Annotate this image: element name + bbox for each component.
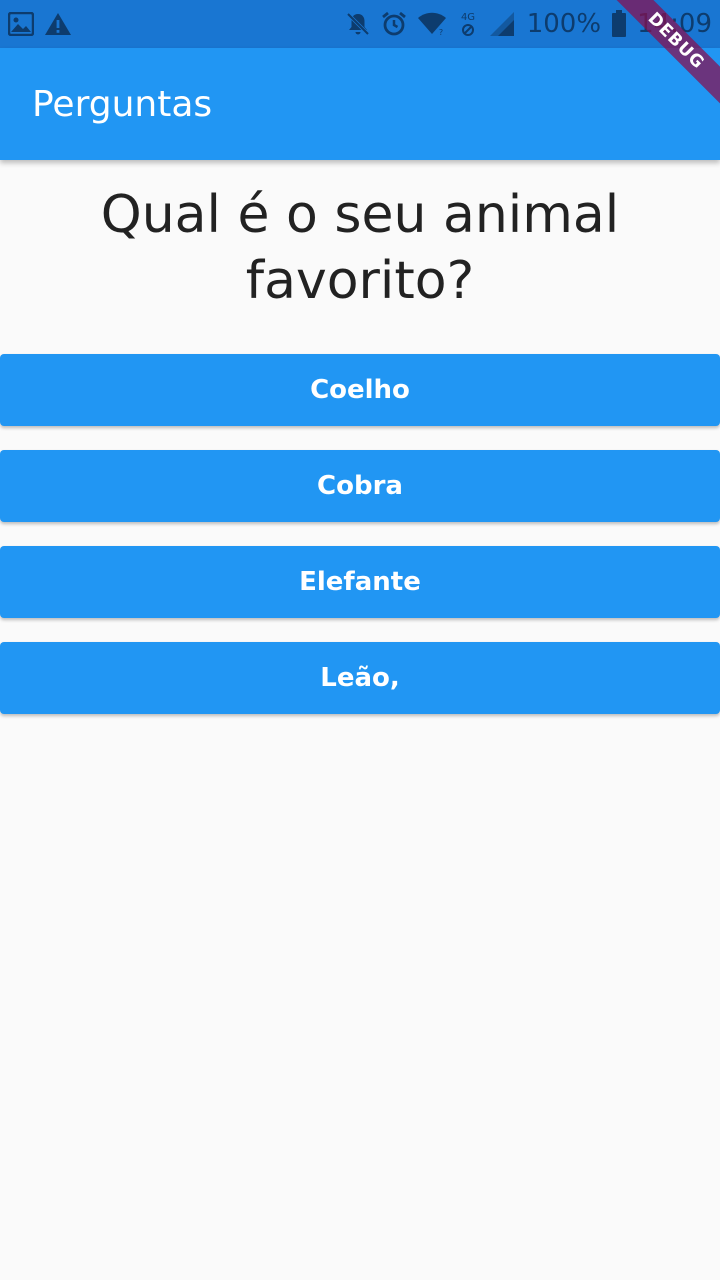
answer-button-coelho[interactable]: Coelho	[0, 354, 720, 426]
wifi-icon: ?	[417, 9, 447, 39]
status-bar: ? 4G 100% 14:09	[0, 0, 720, 48]
quiz-content: Qual é o seu animal favorito? Coelho Cob…	[0, 160, 720, 1280]
status-time: 14:09	[637, 9, 712, 39]
app-bar: Perguntas	[0, 48, 720, 160]
answer-list: Coelho Cobra Elefante Leão,	[0, 354, 720, 738]
status-bar-left	[8, 9, 72, 39]
answer-button-cobra[interactable]: Cobra	[0, 450, 720, 522]
answer-button-leao[interactable]: Leão,	[0, 642, 720, 714]
svg-text:?: ?	[439, 28, 443, 36]
network-label: 4G	[461, 12, 475, 23]
battery-icon	[611, 9, 627, 39]
battery-percent: 100%	[526, 9, 602, 39]
image-icon	[8, 9, 34, 39]
question-text: Qual é o seu animal favorito?	[100, 185, 620, 311]
answer-button-elefante[interactable]: Elefante	[0, 546, 720, 618]
alarm-icon	[381, 9, 407, 39]
app-title: Perguntas	[32, 83, 213, 125]
signal-icon	[489, 9, 515, 39]
mobile-data-icon: 4G	[457, 9, 479, 39]
mute-icon	[345, 9, 371, 39]
status-bar-right: ? 4G 100% 14:09	[345, 9, 712, 39]
warning-icon	[44, 9, 72, 39]
